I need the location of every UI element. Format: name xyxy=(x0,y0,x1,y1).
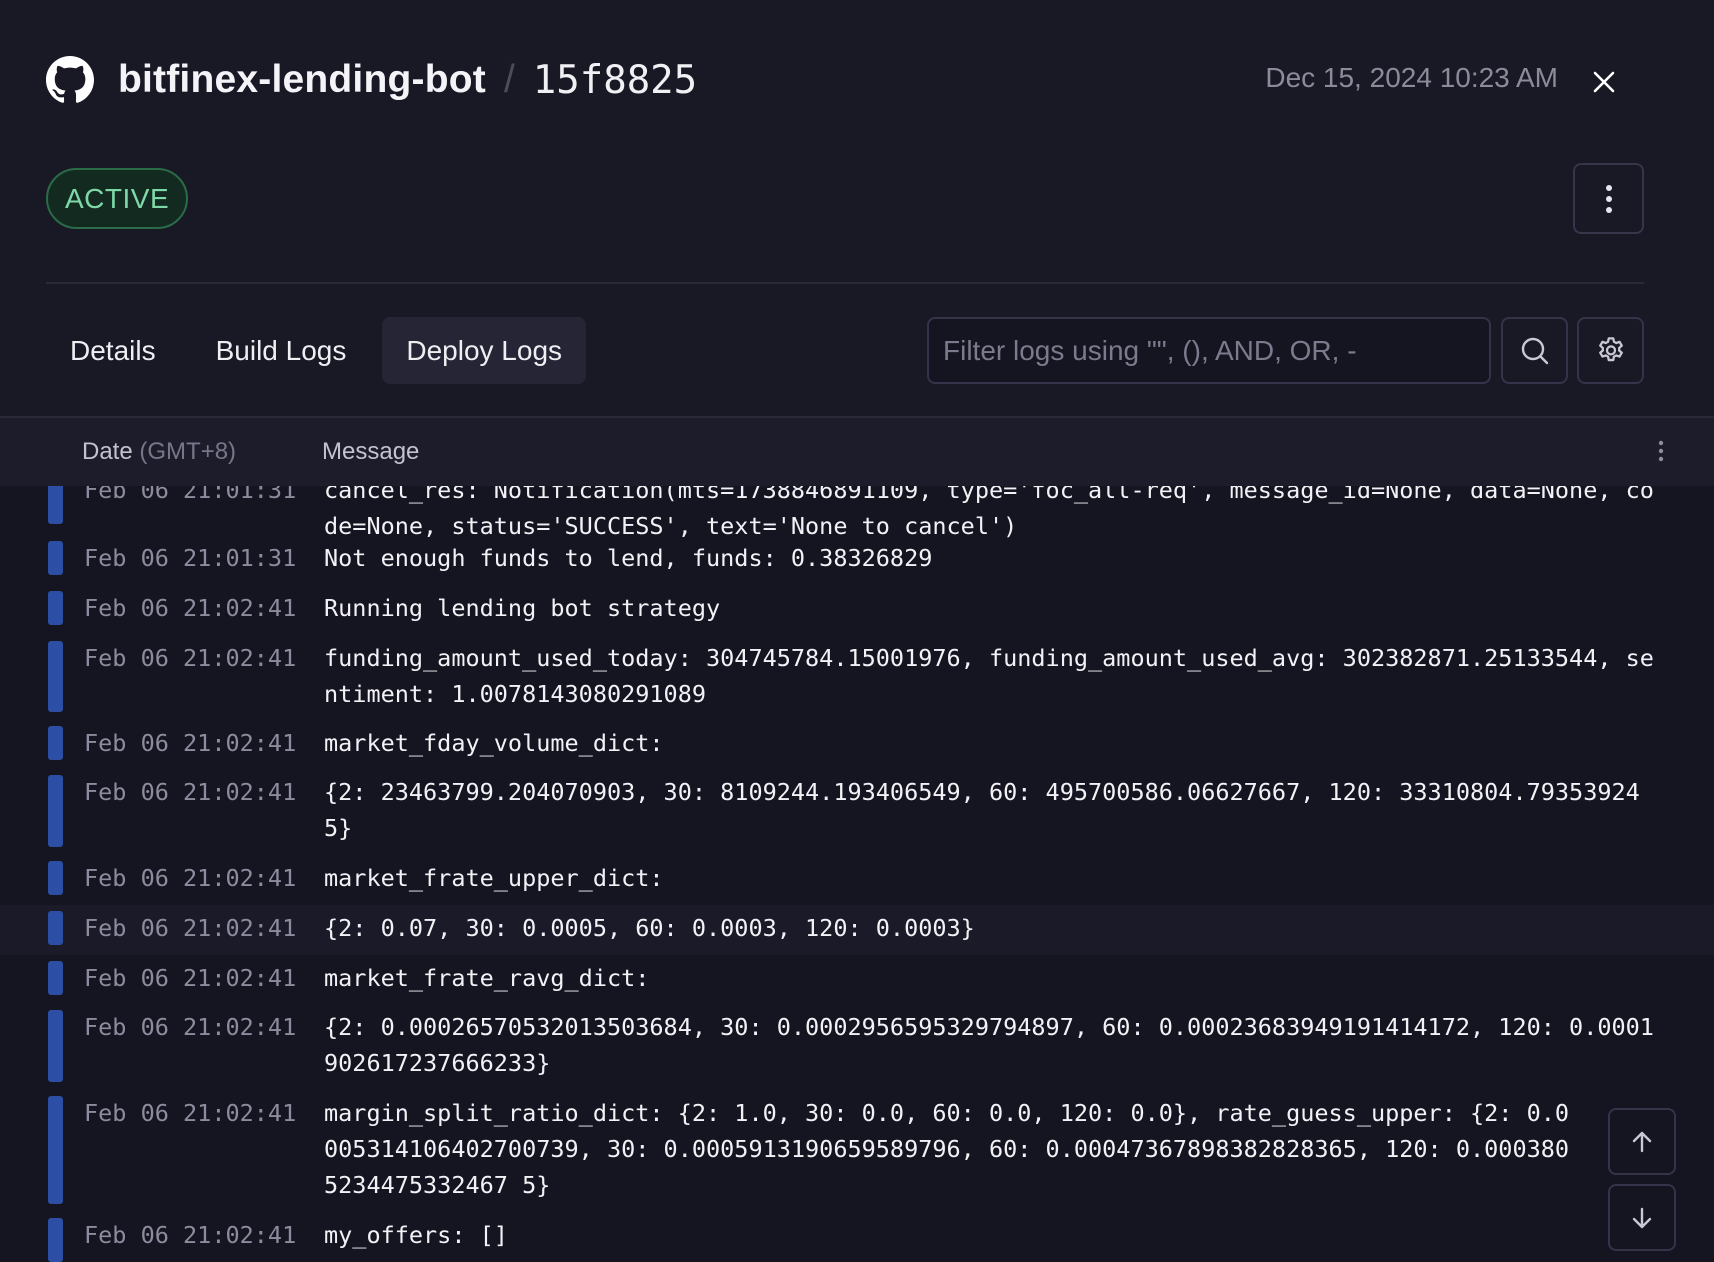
log-level-bar xyxy=(48,541,63,575)
log-row[interactable]: Feb 06 21:02:41 {2: 0.000265705320135036… xyxy=(0,1004,1714,1090)
log-message: market_frate_ravg_dict: xyxy=(324,964,650,992)
log-level-bar xyxy=(48,961,63,995)
log-date: Feb 06 21:02:41 xyxy=(84,594,297,622)
log-row[interactable]: Feb 06 21:02:41 market_frate_ravg_dict: xyxy=(0,955,1714,1004)
log-row[interactable]: Feb 06 21:02:41 market_fday_volume_dict: xyxy=(0,720,1714,769)
log-message: market_frate_upper_dict: xyxy=(324,864,664,892)
log-level-bar xyxy=(48,1218,63,1262)
log-level-bar xyxy=(48,1010,63,1082)
log-list[interactable]: Feb 06 21:01:31 cancel_res: Notification… xyxy=(0,486,1714,1262)
close-button[interactable] xyxy=(1584,62,1624,102)
log-message: {2: 23463799.204070903, 30: 8109244.1934… xyxy=(324,778,1640,842)
log-column-header: Date (GMT+8) Message xyxy=(0,418,1714,486)
search-button[interactable] xyxy=(1501,317,1568,384)
deployment-datetime: Dec 15, 2024 10:23 AM xyxy=(1265,62,1558,93)
log-filter-input[interactable] xyxy=(927,317,1491,384)
log-level-bar xyxy=(48,726,63,760)
more-options-button[interactable] xyxy=(1573,163,1644,234)
scroll-to-top-button[interactable] xyxy=(1608,1108,1676,1175)
settings-button[interactable] xyxy=(1577,317,1644,384)
log-date: Feb 06 21:02:41 xyxy=(84,1099,297,1127)
timezone-label: (GMT+8) xyxy=(139,438,237,465)
status-badge: ACTIVE xyxy=(46,168,189,229)
log-message: {2: 0.07, 30: 0.0005, 60: 0.0003, 120: 0… xyxy=(324,914,975,942)
log-row[interactable]: Feb 06 21:02:41 margin_split_ratio_dict:… xyxy=(0,1090,1714,1212)
title-row: bitfinex-lending-bot / 15f8825 xyxy=(46,50,697,110)
close-icon xyxy=(1593,71,1615,93)
github-icon xyxy=(46,56,94,103)
log-row[interactable]: Feb 06 21:02:41 {2: 23463799.204070903, … xyxy=(0,769,1714,855)
gear-icon xyxy=(1598,336,1623,361)
header-divider xyxy=(46,282,1644,284)
log-date: Feb 06 21:02:41 xyxy=(84,1013,297,1041)
log-level-bar xyxy=(48,911,63,945)
log-row[interactable]: Feb 06 21:02:41 Running lending bot stra… xyxy=(0,584,1714,634)
message-column-header: Message xyxy=(322,438,420,465)
tab-deploy-logs[interactable]: Deploy Logs xyxy=(382,317,587,384)
log-level-bar xyxy=(48,486,63,524)
log-message: Running lending bot strategy xyxy=(324,594,721,622)
tab-bar: Details Build Logs Deploy Logs xyxy=(46,317,587,384)
log-date: Feb 06 21:01:31 xyxy=(84,486,297,504)
log-message: margin_split_ratio_dict: {2: 1.0, 30: 0.… xyxy=(324,1099,1570,1199)
column-options-icon[interactable] xyxy=(1658,440,1664,462)
log-date: Feb 06 21:02:41 xyxy=(84,864,297,892)
tab-details[interactable]: Details xyxy=(46,317,180,384)
log-row[interactable]: Feb 06 21:02:41 {2: 0.07, 30: 0.0005, 60… xyxy=(0,905,1714,955)
more-vertical-icon xyxy=(1605,184,1612,213)
log-message: my_offers: [] xyxy=(324,1221,508,1249)
log-date: Feb 06 21:02:41 xyxy=(84,964,297,992)
log-message: Not enough funds to lend, funds: 0.38326… xyxy=(324,544,933,572)
repo-name[interactable]: bitfinex-lending-bot xyxy=(118,58,486,102)
scroll-to-bottom-button[interactable] xyxy=(1608,1184,1676,1251)
log-date: Feb 06 21:02:41 xyxy=(84,729,297,757)
log-message: funding_amount_used_today: 304745784.150… xyxy=(324,644,1654,708)
title-separator: / xyxy=(503,58,515,101)
log-row[interactable]: Feb 06 21:02:41 market_frate_upper_dict: xyxy=(0,855,1714,905)
log-message: market_fday_volume_dict: xyxy=(324,729,664,757)
commit-hash[interactable]: 15f8825 xyxy=(533,58,697,103)
log-row[interactable]: Feb 06 21:02:41 my_offers: [] xyxy=(0,1212,1714,1262)
tab-build-logs[interactable]: Build Logs xyxy=(192,317,371,384)
log-date: Feb 06 21:02:41 xyxy=(84,914,297,942)
date-column-header: Date (GMT+8) xyxy=(82,438,236,466)
log-level-bar xyxy=(48,775,63,847)
log-date: Feb 06 21:02:41 xyxy=(84,644,297,672)
log-row[interactable]: Feb 06 21:02:41 funding_amount_used_toda… xyxy=(0,634,1714,720)
log-level-bar xyxy=(48,641,63,712)
arrow-up-icon xyxy=(1632,1131,1652,1152)
search-icon xyxy=(1521,337,1548,364)
date-column-label: Date xyxy=(82,438,133,465)
log-date: Feb 06 21:01:31 xyxy=(84,544,297,572)
log-date: Feb 06 21:02:41 xyxy=(84,1221,297,1249)
deployment-header: bitfinex-lending-bot / 15f8825 Dec 15, 2… xyxy=(0,0,1714,416)
arrow-down-icon xyxy=(1632,1207,1652,1228)
log-date: Feb 06 21:02:41 xyxy=(84,778,297,806)
log-level-bar xyxy=(48,591,63,625)
log-level-bar xyxy=(48,1096,63,1204)
log-message: {2: 0.00026570532013503684, 30: 0.000295… xyxy=(324,1013,1654,1077)
log-row[interactable]: Feb 06 21:01:31 cancel_res: Notification… xyxy=(0,486,1714,540)
log-row[interactable]: Feb 06 21:01:31 Not enough funds to lend… xyxy=(0,534,1714,584)
log-level-bar xyxy=(48,861,63,895)
